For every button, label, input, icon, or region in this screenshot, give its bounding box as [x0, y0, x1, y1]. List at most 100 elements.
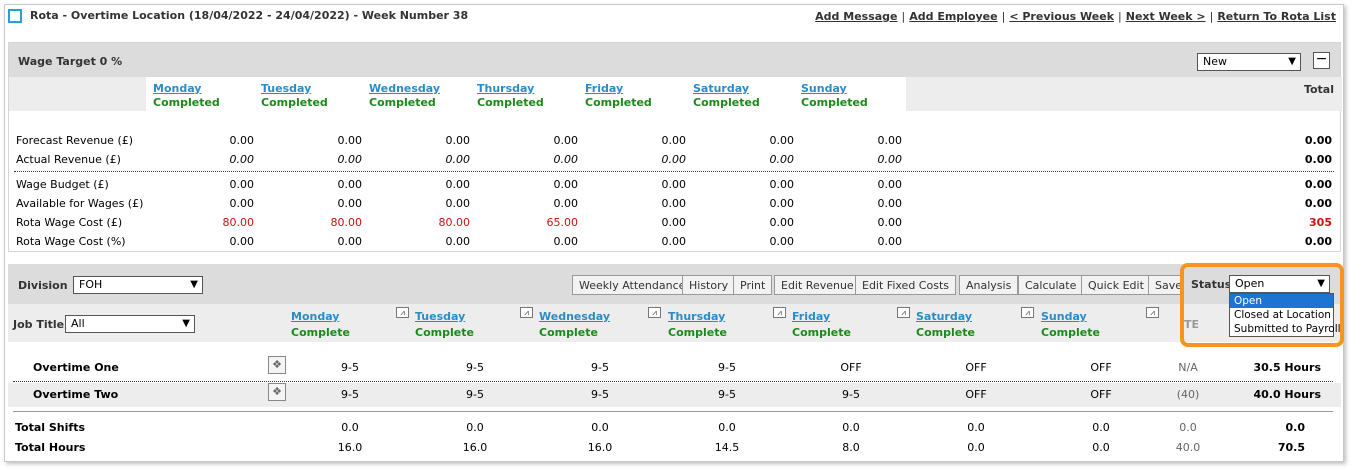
cell-value: 0.00: [229, 134, 255, 147]
grand-total: 70.5: [1277, 441, 1305, 454]
te-value: (40): [1176, 388, 1200, 401]
total-label: Total Hours: [15, 441, 86, 454]
day-link-monday[interactable]: Monday: [291, 310, 339, 323]
person-icon[interactable]: ❖: [268, 356, 286, 374]
add-message-link[interactable]: Add Message: [815, 10, 897, 23]
shift-cell[interactable]: OFF: [816, 361, 886, 374]
day-status: Complete: [1041, 326, 1100, 339]
cell-value: 0.00: [445, 153, 471, 166]
shift-cell[interactable]: 9-5: [565, 388, 635, 401]
wage-day-monday: Monday Completed: [146, 77, 253, 111]
graph-icon[interactable]: ⩘: [648, 307, 661, 318]
wage-target-header: Wage Target 0 % New ▼ −: [9, 43, 1340, 77]
row-label: Available for Wages (£): [16, 197, 144, 210]
top-links: Add Message | Add Employee | < Previous Week…: [815, 10, 1336, 23]
shift-cell[interactable]: OFF: [1066, 388, 1136, 401]
cell-value: 0.00: [877, 178, 903, 191]
wage-day-header-spacer: [9, 77, 146, 111]
day-link-tuesday[interactable]: Tuesday: [261, 82, 311, 95]
employee-hours: 30.5 Hours: [1253, 361, 1321, 374]
cell-value: 0.00: [337, 197, 363, 210]
cell-value: 80.00: [330, 216, 363, 229]
wage-day-sunday: Sunday Completed: [794, 77, 901, 111]
status-highlight: [1180, 263, 1344, 347]
divider: [14, 171, 1334, 172]
graph-icon[interactable]: ⩘: [1146, 307, 1159, 318]
cell-value: 0.00: [445, 134, 471, 147]
cell-value: 0.00: [769, 216, 795, 229]
next-week-link[interactable]: Next Week >: [1126, 10, 1206, 23]
history-button[interactable]: History: [682, 275, 736, 295]
row-label: Rota Wage Cost (£): [16, 216, 123, 229]
shift-cell[interactable]: 9-5: [816, 388, 886, 401]
add-employee-link[interactable]: Add Employee: [909, 10, 997, 23]
return-to-rota-list-link[interactable]: Return To Rota List: [1217, 10, 1336, 23]
chevron-down-icon: ▼: [182, 318, 190, 329]
divider: [13, 411, 1333, 412]
job-title-select[interactable]: All ▼: [65, 315, 195, 333]
cell-value: 0.00: [553, 153, 579, 166]
day-link-monday[interactable]: Monday: [153, 82, 201, 95]
shift-cell[interactable]: 9-5: [565, 361, 635, 374]
graph-icon[interactable]: ⩘: [897, 307, 910, 318]
day-status: Completed: [153, 96, 220, 109]
wage-day-wednesday: Wednesday Completed: [362, 77, 469, 111]
rota-panel: Division FOH ▼ Weekly Attendance History…: [8, 264, 1341, 459]
total-cell: 0.0: [341, 421, 359, 434]
day-status: Completed: [261, 96, 328, 109]
day-link-wednesday[interactable]: Wednesday: [539, 310, 610, 323]
shift-cell[interactable]: 9-5: [440, 361, 510, 374]
graph-icon[interactable]: ⩘: [1021, 307, 1034, 318]
day-status: Complete: [539, 326, 598, 339]
day-link-thursday[interactable]: Thursday: [477, 82, 534, 95]
division-label: Division: [18, 279, 68, 292]
day-link-sunday[interactable]: Sunday: [801, 82, 847, 95]
day-status: Complete: [291, 326, 350, 339]
day-link-friday[interactable]: Friday: [585, 82, 623, 95]
job-title-label: Job Title: [13, 318, 65, 331]
total-cell: 0.0: [718, 421, 736, 434]
employee-name[interactable]: Overtime Two: [33, 388, 118, 401]
quick-edit-button[interactable]: Quick Edit: [1081, 275, 1151, 295]
shift-cell[interactable]: OFF: [1066, 361, 1136, 374]
analysis-button[interactable]: Analysis: [959, 275, 1019, 295]
day-link-saturday[interactable]: Saturday: [916, 310, 972, 323]
view-select[interactable]: New ▼: [1197, 53, 1301, 71]
shift-cell[interactable]: 9-5: [440, 388, 510, 401]
shift-cell[interactable]: 9-5: [315, 361, 385, 374]
total-cell: 0.0: [466, 421, 484, 434]
day-link-tuesday[interactable]: Tuesday: [415, 310, 465, 323]
edit-revenue-button[interactable]: Edit Revenue: [774, 275, 861, 295]
day-link-wednesday[interactable]: Wednesday: [369, 82, 440, 95]
minimize-button[interactable]: −: [1313, 52, 1330, 69]
day-link-thursday[interactable]: Thursday: [668, 310, 725, 323]
day-status: Complete: [668, 326, 727, 339]
graph-icon[interactable]: ⩘: [396, 307, 409, 318]
shift-cell[interactable]: OFF: [941, 361, 1011, 374]
print-button[interactable]: Print: [733, 275, 773, 295]
day-link-saturday[interactable]: Saturday: [693, 82, 749, 95]
day-link-sunday[interactable]: Sunday: [1041, 310, 1087, 323]
weekly-attendance-button[interactable]: Weekly Attendance: [572, 275, 693, 295]
cell-value: 65.00: [546, 216, 579, 229]
shift-cell[interactable]: 9-5: [692, 388, 762, 401]
shift-cell[interactable]: 9-5: [315, 388, 385, 401]
graph-icon[interactable]: ⩘: [773, 307, 786, 318]
wage-day-friday: Friday Completed: [578, 77, 685, 111]
shift-cell[interactable]: 9-5: [692, 361, 762, 374]
edit-fixed-costs-button[interactable]: Edit Fixed Costs: [855, 275, 956, 295]
employee-name[interactable]: Overtime One: [33, 361, 119, 374]
cell-value: 0.00: [769, 178, 795, 191]
day-link-friday[interactable]: Friday: [792, 310, 830, 323]
rota-toolbar: Division FOH ▼ Weekly Attendance History…: [8, 264, 1341, 304]
save-button[interactable]: Save: [1148, 275, 1182, 295]
shift-cell[interactable]: OFF: [941, 388, 1011, 401]
division-select[interactable]: FOH ▼: [73, 276, 203, 294]
row-total: 0.00: [1304, 197, 1332, 210]
previous-week-link[interactable]: < Previous Week: [1009, 10, 1114, 23]
total-cell: 0.0: [967, 421, 985, 434]
graph-icon[interactable]: ⩘: [520, 307, 533, 318]
day-status: Complete: [792, 326, 851, 339]
person-icon[interactable]: ❖: [268, 383, 286, 401]
calculate-button[interactable]: Calculate: [1018, 275, 1084, 295]
